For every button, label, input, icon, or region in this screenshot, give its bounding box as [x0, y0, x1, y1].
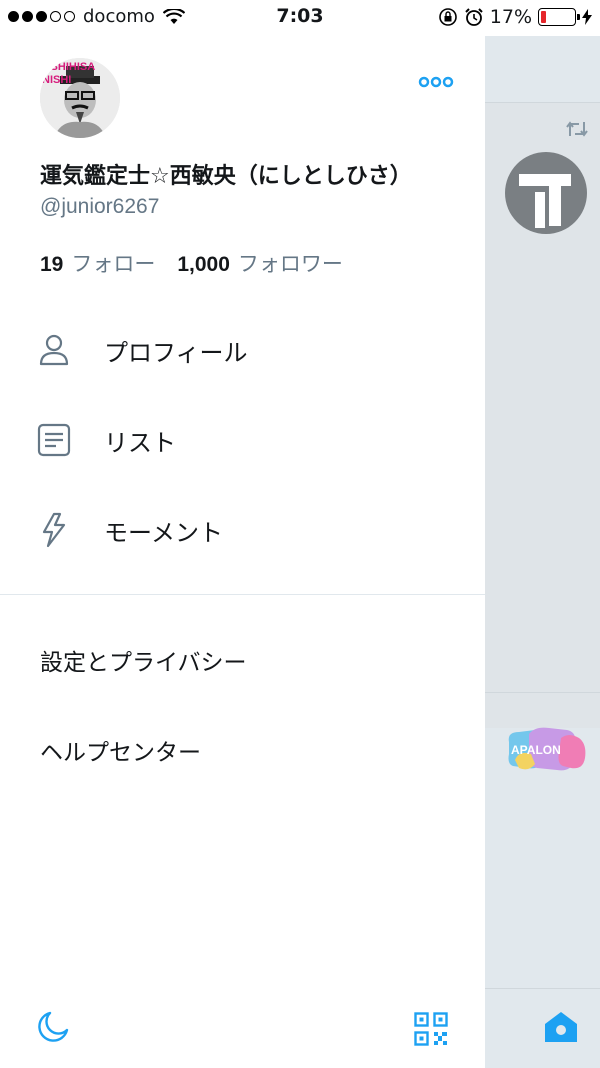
drawer-bottom-bar [0, 988, 485, 1068]
settings-privacy-link[interactable]: 設定とプライバシー [40, 643, 247, 677]
svg-text:OSHIHISA: OSHIHISA [42, 61, 95, 73]
list-icon [37, 423, 71, 457]
followers-count: 1,000 [177, 253, 230, 276]
lightning-icon [42, 512, 66, 548]
apalon-text: APALON [511, 743, 561, 757]
status-right: 17% [438, 6, 592, 28]
battery-icon [538, 8, 580, 26]
menu-item-moments[interactable]: モーメント [0, 500, 485, 560]
menu-item-label: モーメント [104, 518, 224, 547]
user-handle[interactable]: @junior6267 [40, 195, 159, 219]
person-icon [39, 334, 69, 366]
menu-item-label: プロフィール [104, 338, 248, 367]
charging-bolt-icon [582, 9, 592, 25]
menu-item-profile[interactable]: プロフィール [0, 320, 485, 380]
retweet-icon [566, 121, 588, 137]
avatar-logo-part [535, 192, 545, 228]
followers-link[interactable]: 1,000 フォロワー [177, 248, 343, 278]
peek-user-avatar[interactable] [505, 152, 587, 234]
status-bar: docomo 7:03 17% [0, 0, 600, 36]
battery-percent: 17% [489, 6, 532, 28]
help-center-link[interactable]: ヘルプセンター [40, 733, 201, 767]
moon-icon[interactable] [36, 1010, 70, 1044]
peek-divider [485, 102, 600, 103]
peek-divider [485, 692, 600, 693]
following-label: フォロー [71, 252, 156, 276]
following-count: 19 [40, 253, 64, 276]
followers-label: フォロワー [237, 252, 343, 276]
timeline-peek[interactable]: APALON [485, 36, 600, 1068]
profile-avatar[interactable]: OSHIHISA NISHI [40, 58, 120, 138]
avatar-portrait: OSHIHISA NISHI [40, 58, 120, 138]
side-drawer: OSHIHISA NISHI 運気鑑定士☆西敏央（にしとしひさ） @junior… [0, 36, 485, 1068]
more-dots-icon[interactable] [418, 76, 454, 88]
alarm-icon [465, 8, 483, 26]
battery-fill [541, 11, 547, 23]
home-icon[interactable] [543, 1010, 579, 1044]
apalon-logo[interactable]: APALON [505, 724, 587, 774]
display-name[interactable]: 運気鑑定士☆西敏央（にしとしひさ） [40, 158, 412, 190]
qr-code-icon[interactable] [414, 1012, 448, 1046]
avatar-logo-part [549, 182, 561, 226]
menu-item-label: リスト [104, 428, 176, 457]
rotation-lock-icon [438, 8, 457, 26]
svg-text:NISHI: NISHI [42, 74, 71, 86]
menu-divider [0, 594, 485, 595]
following-link[interactable]: 19 フォロー [40, 248, 155, 278]
peek-divider [485, 988, 600, 989]
follow-stats: 19 フォロー 1,000 フォロワー [40, 248, 343, 278]
menu-item-lists[interactable]: リスト [0, 410, 485, 470]
avatar-logo-part [519, 174, 571, 186]
